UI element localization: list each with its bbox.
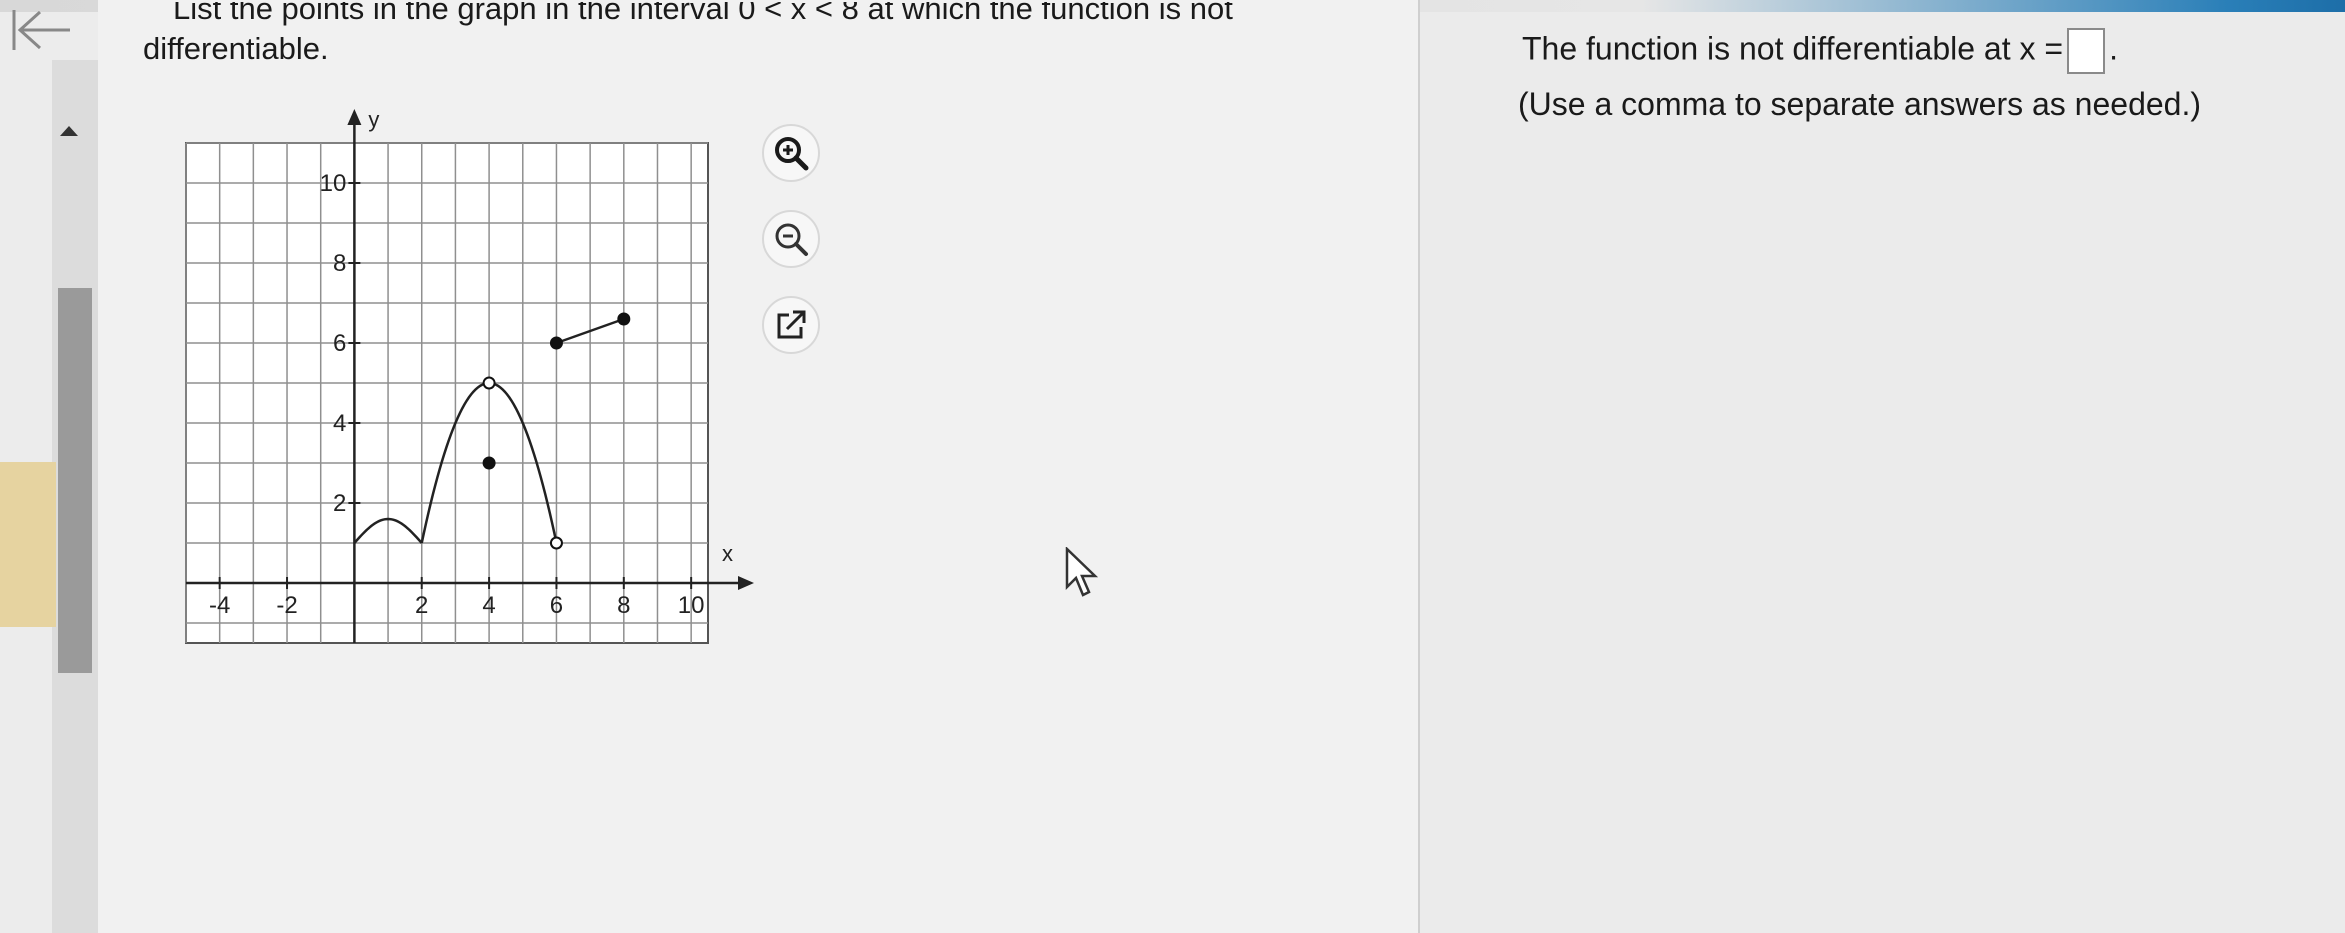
open-point [482, 376, 496, 390]
x-axis-arrow-icon [738, 576, 754, 590]
open-point [549, 536, 563, 550]
answer-pane [1420, 12, 2345, 933]
x-axis-label: x [722, 541, 733, 566]
question-text: List the points in the graph in the inte… [143, 2, 1383, 70]
open-in-new-window-button[interactable] [762, 296, 820, 354]
x-tick-label: 4 [482, 592, 495, 619]
zoom-in-button[interactable] [762, 124, 820, 182]
filled-point [617, 312, 631, 326]
answer-prompt-line: The function is not differentiable at x … [1522, 28, 2118, 74]
y-axis-arrow-icon [347, 109, 362, 125]
function-graph: x y -4 -2 2 4 6 8 10 10 8 6 4 2 [185, 107, 754, 644]
scroll-up-arrow-icon[interactable] [56, 122, 82, 142]
answer-hint: (Use a comma to separate answers as need… [1518, 86, 2201, 122]
x-tick-label: 2 [415, 592, 428, 619]
external-link-icon [777, 310, 806, 339]
x-tick-label: 6 [550, 592, 563, 619]
x-tick-label: 10 [678, 592, 705, 619]
filled-point [549, 336, 563, 350]
zoom-out-button[interactable] [762, 210, 820, 268]
y-tick-label: 6 [333, 330, 346, 357]
scrollbar-thumb[interactable] [58, 288, 92, 673]
answer-prompt: The function is not differentiable at x … [1522, 30, 2064, 67]
x-tick-label: 8 [617, 592, 630, 619]
question-line-1: List the points in the graph in the inte… [173, 2, 1233, 26]
mouse-pointer-icon [1065, 547, 1099, 597]
question-line-2: differentiable. [143, 31, 329, 66]
graph-plot-area [185, 142, 709, 644]
y-tick-label: 4 [333, 410, 346, 437]
zoom-in-icon [775, 137, 809, 171]
y-tick-label: 10 [320, 170, 347, 197]
answer-input-box[interactable] [2067, 28, 2106, 74]
zoom-out-icon [775, 223, 808, 256]
filled-point [482, 456, 496, 470]
y-axis-label: y [368, 107, 379, 132]
side-tab [0, 462, 56, 627]
y-tick-label: 8 [333, 250, 346, 277]
back-arrow-icon[interactable] [6, 6, 76, 56]
answer-period: . [2109, 30, 2118, 67]
x-tick-label: -2 [276, 592, 297, 619]
y-tick-label: 2 [333, 490, 346, 517]
x-tick-label: -4 [209, 592, 230, 619]
